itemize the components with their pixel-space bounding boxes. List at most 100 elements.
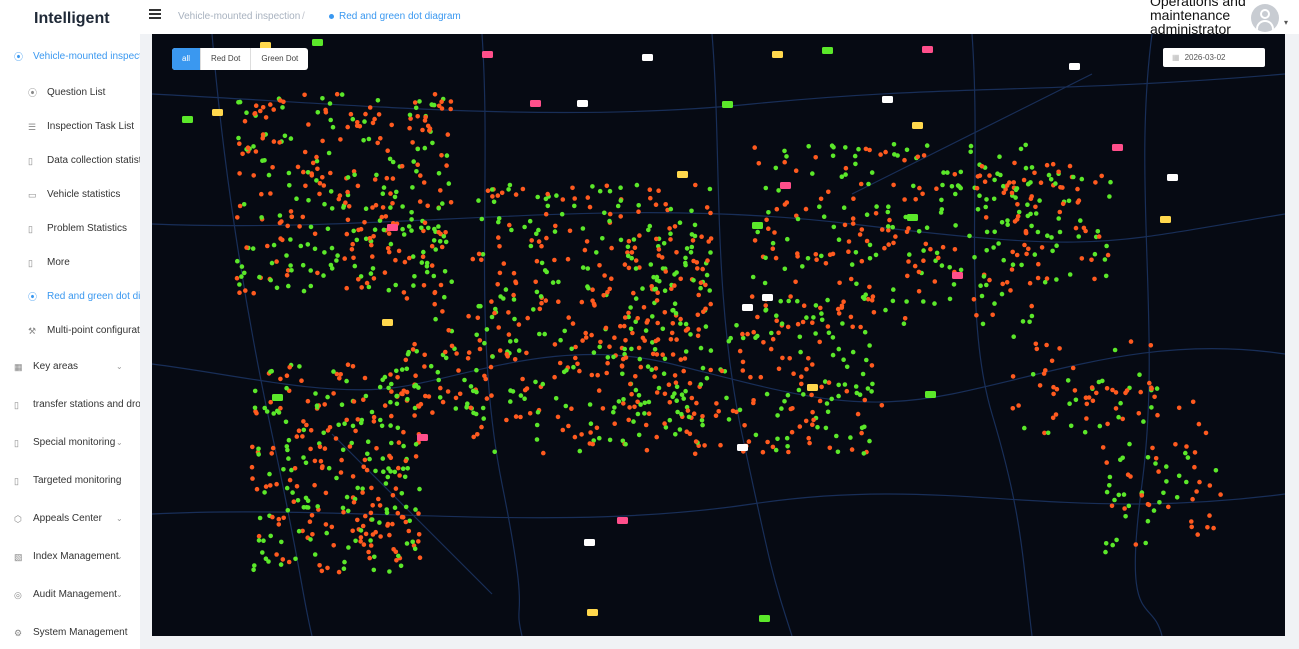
green-dot[interactable] xyxy=(636,432,642,438)
green-dot[interactable] xyxy=(1026,181,1031,187)
green-dot[interactable] xyxy=(869,170,875,175)
green-dot[interactable] xyxy=(867,256,873,261)
red-dot[interactable] xyxy=(300,214,306,220)
green-dot[interactable] xyxy=(409,210,414,215)
green-dot[interactable] xyxy=(388,399,393,405)
red-dot[interactable] xyxy=(436,103,442,109)
red-dot[interactable] xyxy=(654,236,659,242)
red-dot[interactable] xyxy=(979,164,985,169)
red-dot[interactable] xyxy=(672,283,677,288)
red-dot[interactable] xyxy=(879,227,885,232)
red-dot[interactable] xyxy=(358,539,363,544)
red-dot[interactable] xyxy=(389,122,394,128)
red-dot[interactable] xyxy=(489,299,494,304)
green-dot[interactable] xyxy=(972,255,977,260)
green-dot[interactable] xyxy=(237,282,242,287)
red-dot[interactable] xyxy=(445,132,451,137)
green-dot[interactable] xyxy=(394,368,399,374)
green-dot[interactable] xyxy=(344,494,350,500)
green-dot[interactable] xyxy=(506,187,511,192)
green-dot[interactable] xyxy=(294,196,299,201)
red-dot[interactable] xyxy=(780,355,785,361)
red-dot[interactable] xyxy=(699,234,704,239)
green-dot[interactable] xyxy=(700,422,705,428)
vehicle-marker-icon[interactable] xyxy=(762,294,773,301)
green-dot[interactable] xyxy=(1025,213,1031,219)
green-dot[interactable] xyxy=(572,203,577,209)
red-dot[interactable] xyxy=(552,257,557,263)
red-dot[interactable] xyxy=(932,279,938,284)
red-dot[interactable] xyxy=(913,197,918,202)
green-dot[interactable] xyxy=(784,154,789,159)
red-dot[interactable] xyxy=(320,175,325,180)
green-dot[interactable] xyxy=(314,403,320,409)
green-dot[interactable] xyxy=(801,392,806,397)
green-dot[interactable] xyxy=(268,533,273,539)
red-dot[interactable] xyxy=(917,185,922,191)
red-dot[interactable] xyxy=(667,226,672,231)
green-dot[interactable] xyxy=(806,144,811,149)
red-dot[interactable] xyxy=(1152,394,1157,400)
red-dot[interactable] xyxy=(1173,442,1178,447)
green-dot[interactable] xyxy=(260,158,265,163)
red-dot[interactable] xyxy=(379,214,385,220)
green-dot[interactable] xyxy=(1097,423,1103,429)
red-dot[interactable] xyxy=(632,404,637,410)
red-dot[interactable] xyxy=(507,222,512,228)
red-dot[interactable] xyxy=(350,528,355,534)
green-dot[interactable] xyxy=(331,369,336,374)
red-dot[interactable] xyxy=(748,374,753,380)
red-dot[interactable] xyxy=(512,357,518,362)
red-dot[interactable] xyxy=(410,140,415,145)
red-dot[interactable] xyxy=(654,434,659,440)
red-dot[interactable] xyxy=(234,275,240,281)
green-dot[interactable] xyxy=(569,346,574,352)
green-dot[interactable] xyxy=(407,518,412,524)
green-dot[interactable] xyxy=(252,563,257,568)
red-dot[interactable] xyxy=(652,374,657,379)
red-dot[interactable] xyxy=(663,269,668,274)
red-dot[interactable] xyxy=(400,515,406,520)
green-dot[interactable] xyxy=(700,365,706,371)
red-dot[interactable] xyxy=(601,293,606,298)
red-dot[interactable] xyxy=(1014,252,1020,258)
green-dot[interactable] xyxy=(904,299,909,304)
red-dot[interactable] xyxy=(662,310,668,315)
red-dot[interactable] xyxy=(296,428,302,434)
red-dot[interactable] xyxy=(288,209,294,214)
green-dot[interactable] xyxy=(375,98,381,103)
green-dot[interactable] xyxy=(874,204,879,209)
green-dot[interactable] xyxy=(285,447,290,453)
red-dot[interactable] xyxy=(810,320,815,326)
red-dot[interactable] xyxy=(934,186,939,191)
green-dot[interactable] xyxy=(388,205,393,210)
green-dot[interactable] xyxy=(322,250,327,255)
green-dot[interactable] xyxy=(1145,455,1151,460)
green-dot[interactable] xyxy=(301,427,307,433)
green-dot[interactable] xyxy=(798,349,803,355)
green-dot[interactable] xyxy=(1137,372,1142,378)
green-dot[interactable] xyxy=(1054,243,1059,248)
green-dot[interactable] xyxy=(797,334,803,340)
red-dot[interactable] xyxy=(928,246,933,252)
green-dot[interactable] xyxy=(413,507,418,512)
red-dot[interactable] xyxy=(448,200,454,205)
green-dot[interactable] xyxy=(262,490,267,495)
sidebar-item-key-areas[interactable]: ▦ Key areas ⌄ xyxy=(0,348,140,386)
green-dot[interactable] xyxy=(586,285,591,291)
green-dot[interactable] xyxy=(388,241,394,247)
green-dot[interactable] xyxy=(433,247,439,252)
red-dot[interactable] xyxy=(345,217,351,223)
green-dot[interactable] xyxy=(368,271,374,276)
red-dot[interactable] xyxy=(570,321,576,326)
red-dot[interactable] xyxy=(388,372,393,377)
green-dot[interactable] xyxy=(396,553,401,559)
red-dot[interactable] xyxy=(1089,385,1095,390)
green-dot[interactable] xyxy=(673,432,678,437)
red-dot[interactable] xyxy=(810,409,815,415)
green-dot[interactable] xyxy=(508,399,513,404)
red-dot[interactable] xyxy=(362,457,368,463)
green-dot[interactable] xyxy=(298,243,304,249)
red-dot[interactable] xyxy=(790,406,795,411)
green-dot[interactable] xyxy=(638,402,643,407)
